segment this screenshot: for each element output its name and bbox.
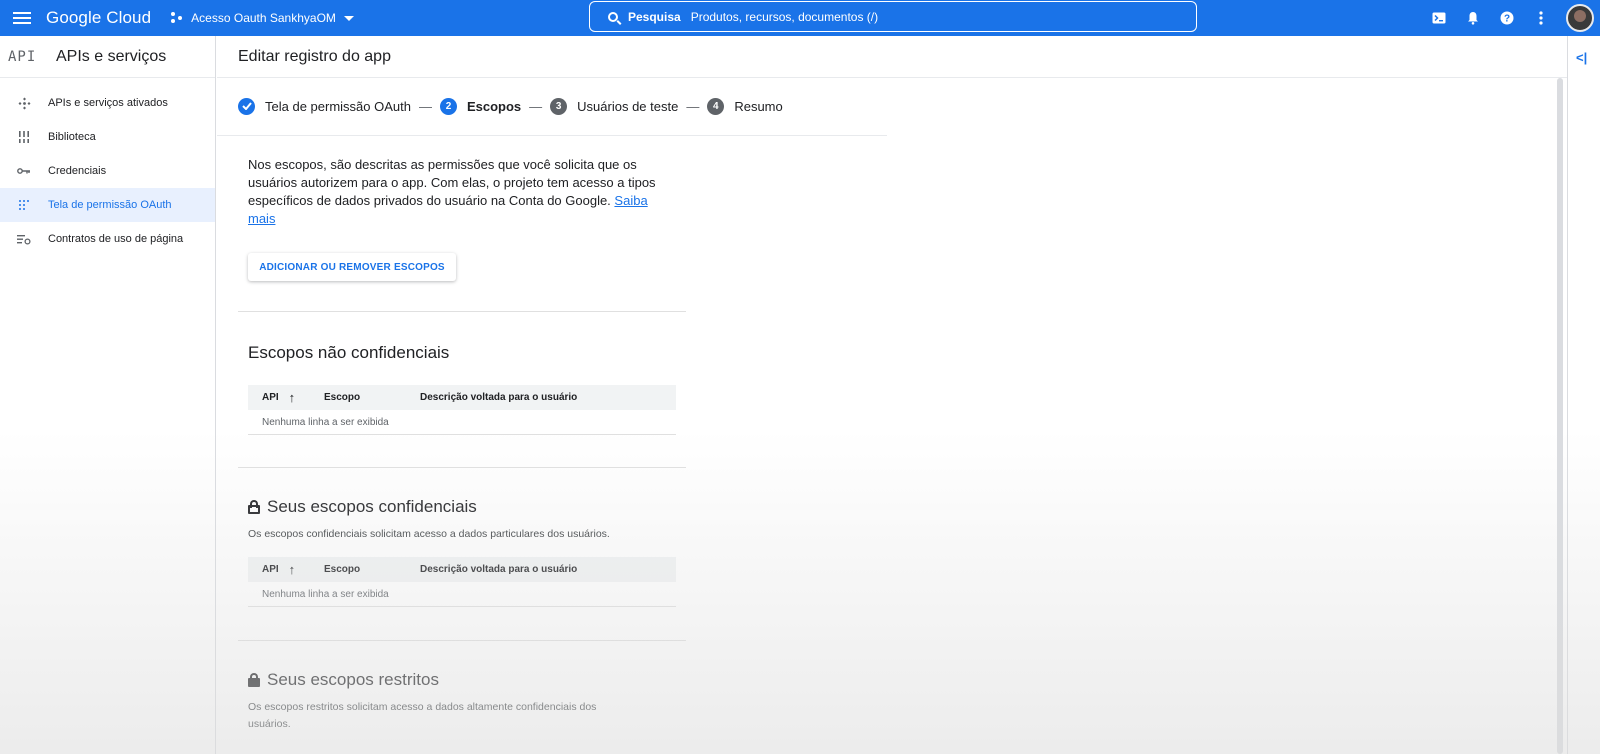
library-icon — [0, 131, 48, 143]
section-title-restricted: Seus escopos restritos — [248, 670, 439, 690]
sidebar-item-label: Tela de permissão OAuth — [48, 199, 172, 211]
right-panel-bar: <| — [1567, 36, 1600, 754]
sidebar: API APIs e serviços APIs e serviços ativ… — [0, 36, 216, 754]
step-scopes[interactable]: 2 Escopos — [439, 97, 522, 115]
page-usage-icon — [0, 234, 48, 245]
main-menu-button[interactable] — [0, 0, 44, 36]
top-app-bar: Google Cloud Acesso Oauth SankhyaOM Pesq… — [0, 0, 1600, 36]
step-number: 2 — [439, 97, 457, 115]
step-separator: — — [529, 98, 543, 114]
search-icon — [608, 11, 618, 22]
section-divider — [238, 640, 686, 641]
table-header: API ↑ Escopo Descrição voltada para o usu… — [248, 557, 676, 582]
help-button[interactable]: ? — [1490, 0, 1524, 36]
empty-row: Nenhuma linha a ser exibida — [248, 582, 676, 607]
section-title-text: Escopos não confidenciais — [248, 343, 450, 362]
empty-row: Nenhuma linha a ser exibida — [248, 410, 676, 435]
page-title: Editar registro do app — [217, 36, 1567, 78]
step-number: 3 — [550, 97, 568, 115]
caret-down-icon — [343, 15, 354, 21]
section-divider — [238, 467, 686, 468]
cloud-shell-button[interactable] — [1422, 0, 1456, 36]
step-summary[interactable]: 4 Resumo — [707, 97, 783, 115]
column-api[interactable]: API ↑ — [248, 390, 324, 405]
sidebar-item-oauth-consent[interactable]: Tela de permissão OAuth — [0, 188, 215, 222]
more-vert-icon — [1539, 11, 1543, 25]
avatar[interactable] — [1566, 4, 1594, 32]
step-number: 4 — [707, 97, 725, 115]
sidebar-item-library[interactable]: Biblioteca — [0, 120, 215, 154]
section-title-non-sensitive: Escopos não confidenciais — [248, 343, 449, 363]
project-picker[interactable]: Acesso Oauth SankhyaOM — [171, 11, 354, 25]
google-cloud-logo[interactable]: Google Cloud — [46, 8, 151, 28]
collapse-panel-icon[interactable]: <| — [1576, 50, 1587, 65]
section-title-sensitive: Seus escopos confidenciais — [248, 497, 477, 517]
api-diamond-icon — [0, 97, 48, 110]
column-label: API — [262, 392, 279, 403]
svg-text:?: ? — [1504, 14, 1510, 25]
search-placeholder: Produtos, recursos, documentos (/) — [690, 9, 879, 24]
description-text: Nos escopos, são descritas as permissões… — [248, 157, 656, 208]
sidebar-item-label: Credenciais — [48, 165, 107, 177]
column-label: API — [262, 564, 279, 575]
section-title-text: Seus escopos confidenciais — [267, 497, 477, 516]
sidebar-item-enabled-apis[interactable]: APIs e serviços ativados — [0, 86, 215, 120]
check-circle-icon — [238, 97, 255, 115]
stepper-divider — [217, 135, 887, 136]
lock-icon — [248, 500, 260, 514]
scopes-description: Nos escopos, são descritas as permissões… — [248, 156, 668, 228]
stepper: Tela de permissão OAuth — 2 Escopos — 3 … — [238, 96, 783, 116]
step-label: Resumo — [734, 98, 783, 114]
hamburger-icon — [13, 17, 31, 19]
non-sensitive-scopes-table: API ↑ Escopo Descrição voltada para o usu… — [248, 385, 676, 435]
project-icon — [171, 12, 185, 24]
more-options-button[interactable] — [1524, 0, 1558, 36]
sensitive-scopes-table: API ↑ Escopo Descrição voltada para o usu… — [248, 557, 676, 607]
sort-arrow-up-icon: ↑ — [288, 390, 296, 405]
step-label: Usuários de teste — [577, 98, 679, 114]
column-description[interactable]: Descrição voltada para o usuário — [420, 564, 676, 575]
sidebar-item-label: Contratos de uso de página — [48, 233, 184, 245]
step-separator: — — [686, 98, 700, 114]
help-icon: ? — [1500, 11, 1514, 25]
sidebar-title: APIs e serviços — [56, 47, 167, 65]
section-divider — [238, 311, 686, 312]
step-separator: — — [418, 98, 432, 114]
bell-icon — [1468, 12, 1478, 25]
search-label: Pesquisa — [628, 9, 681, 24]
column-description[interactable]: Descrição voltada para o usuário — [420, 392, 676, 403]
sidebar-item-label: APIs e serviços ativados — [48, 97, 168, 109]
search-input[interactable]: Pesquisa Produtos, recursos, documentos … — [589, 1, 1197, 32]
step-label: Tela de permissão OAuth — [265, 98, 411, 114]
column-scope[interactable]: Escopo — [324, 392, 420, 403]
scrollbar[interactable] — [1557, 78, 1563, 754]
add-remove-scopes-button[interactable]: ADICIONAR OU REMOVER ESCOPOS — [248, 253, 456, 281]
section-title-text: Seus escopos restritos — [267, 670, 439, 689]
sidebar-header: API APIs e serviços — [0, 36, 215, 78]
section-subtitle: Os escopos confidenciais solicitam acess… — [248, 528, 610, 540]
key-icon — [0, 167, 48, 175]
step-label: Escopos — [466, 98, 522, 114]
sidebar-item-credentials[interactable]: Credenciais — [0, 154, 215, 188]
section-subtitle: Os escopos restritos solicitam acesso a … — [248, 701, 597, 730]
sort-arrow-up-icon: ↑ — [288, 562, 296, 577]
screen-fade-overlay — [0, 430, 1600, 754]
step-oauth-consent[interactable]: Tela de permissão OAuth — [238, 97, 411, 115]
step-test-users[interactable]: 3 Usuários de teste — [550, 97, 679, 115]
project-name: Acesso Oauth SankhyaOM — [191, 11, 336, 25]
lock-icon — [248, 673, 260, 687]
column-scope[interactable]: Escopo — [324, 564, 420, 575]
oauth-consent-icon — [0, 199, 48, 211]
api-logo: API — [8, 48, 37, 65]
sidebar-item-page-usage[interactable]: Contratos de uso de página — [0, 222, 215, 256]
terminal-icon — [1432, 12, 1446, 24]
column-api[interactable]: API ↑ — [248, 562, 324, 577]
sidebar-item-label: Biblioteca — [48, 131, 96, 143]
table-header: API ↑ Escopo Descrição voltada para o usu… — [248, 385, 676, 410]
notifications-button[interactable] — [1456, 0, 1490, 36]
